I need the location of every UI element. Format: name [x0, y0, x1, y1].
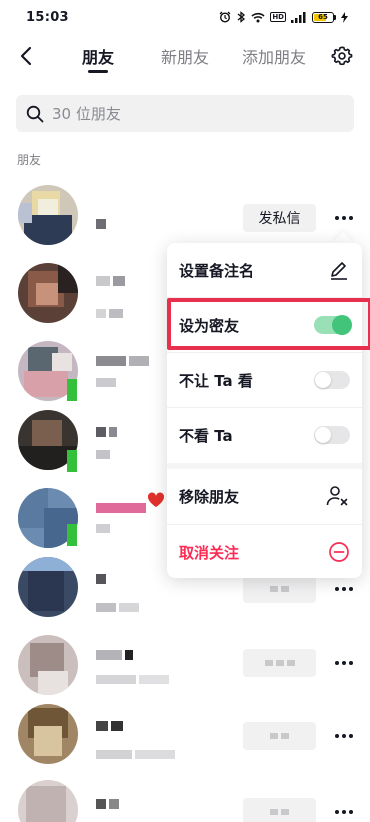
avatar[interactable]	[18, 635, 78, 695]
friend-status	[96, 744, 178, 759]
status-icons: HD 65	[219, 11, 348, 23]
friend-status	[96, 597, 142, 612]
more-options-button[interactable]	[332, 208, 356, 228]
menu-item-dont-see[interactable]: 不看 Ta	[167, 408, 362, 462]
menu-item-close-friend[interactable]: 设为密友	[167, 298, 362, 352]
heart-icon	[147, 492, 165, 512]
send-message-button[interactable]: 发私信	[243, 204, 316, 232]
friend-name	[96, 351, 152, 366]
chevron-left-icon	[20, 46, 32, 66]
menu-item-label: 设置备注名	[179, 261, 255, 280]
friend-name	[96, 645, 136, 660]
friend-name	[96, 271, 128, 286]
status-tag	[67, 379, 77, 401]
send-message-button[interactable]	[243, 798, 316, 822]
menu-item-hide-from[interactable]: 不让 Ta 看	[167, 353, 362, 407]
avatar[interactable]	[18, 704, 78, 764]
status-tag	[67, 450, 77, 472]
tab-indicator	[88, 70, 108, 73]
friend-name	[96, 214, 109, 229]
list-item[interactable]	[0, 704, 370, 782]
wifi-icon	[251, 12, 265, 23]
more-options-button[interactable]	[332, 653, 356, 673]
remove-user-icon	[326, 486, 348, 506]
friend-status	[96, 518, 113, 533]
minus-circle-icon	[329, 542, 349, 562]
settings-button[interactable]	[328, 42, 356, 70]
gear-icon	[331, 46, 353, 66]
search-input[interactable]: 30 位朋友	[16, 95, 354, 132]
signal-icon	[291, 11, 307, 23]
avatar[interactable]	[18, 780, 78, 822]
menu-item-label: 不看 Ta	[179, 426, 233, 445]
avatar[interactable]	[18, 557, 78, 617]
section-label: 朋友	[17, 153, 42, 167]
bluetooth-icon	[236, 11, 246, 23]
top-nav: 朋友 新朋友 添加朋友	[0, 34, 370, 78]
menu-item-label: 不让 Ta 看	[179, 371, 253, 390]
send-message-button[interactable]	[243, 575, 316, 603]
friend-name	[96, 498, 149, 513]
status-time: 15:03	[26, 9, 69, 25]
status-bar: 15:03 HD 65	[0, 0, 370, 34]
more-options-button[interactable]	[332, 579, 356, 599]
menu-item-remove-friend[interactable]: 移除朋友	[167, 469, 362, 523]
alarm-icon	[219, 11, 231, 23]
hd-icon: HD	[270, 12, 286, 22]
friend-name	[96, 422, 120, 437]
status-tag	[67, 524, 77, 546]
list-item[interactable]	[0, 780, 370, 822]
menu-item-unfollow[interactable]: 取消关注	[167, 525, 362, 579]
friend-status	[96, 372, 119, 387]
friend-name	[96, 716, 126, 731]
list-item[interactable]	[0, 635, 370, 713]
search-placeholder: 30 位朋友	[52, 105, 121, 123]
friend-status	[96, 669, 172, 684]
send-message-button[interactable]	[243, 722, 316, 750]
menu-item-label: 取消关注	[179, 543, 240, 562]
friend-status	[96, 303, 126, 318]
tab-new-friends[interactable]: 新朋友	[161, 44, 209, 68]
avatar[interactable]	[18, 185, 78, 245]
close-friend-toggle[interactable]	[314, 315, 352, 335]
menu-item-set-remark[interactable]: 设置备注名	[167, 243, 362, 297]
send-message-button[interactable]	[243, 649, 316, 677]
friend-options-menu: 设置备注名 设为密友 不让 Ta 看 不看 Ta 移除朋友 取消关注	[167, 243, 362, 578]
menu-item-label: 设为密友	[179, 316, 240, 335]
tab-add-friends[interactable]: 添加朋友	[242, 44, 306, 68]
battery-icon: 65	[312, 11, 336, 23]
back-button[interactable]	[12, 42, 40, 70]
avatar[interactable]	[18, 263, 78, 323]
dont-see-toggle[interactable]	[314, 426, 350, 444]
hide-from-toggle[interactable]	[314, 371, 350, 389]
search-icon	[26, 105, 44, 122]
edit-icon	[331, 262, 347, 280]
battery-level: 65	[318, 12, 328, 21]
charging-icon	[341, 11, 348, 23]
menu-item-label: 移除朋友	[179, 487, 240, 506]
friend-name	[96, 794, 122, 809]
more-options-button[interactable]	[332, 802, 356, 822]
more-options-button[interactable]	[332, 726, 356, 746]
tab-friends[interactable]: 朋友	[82, 44, 114, 68]
friend-status	[96, 444, 113, 459]
friend-name	[96, 569, 109, 584]
